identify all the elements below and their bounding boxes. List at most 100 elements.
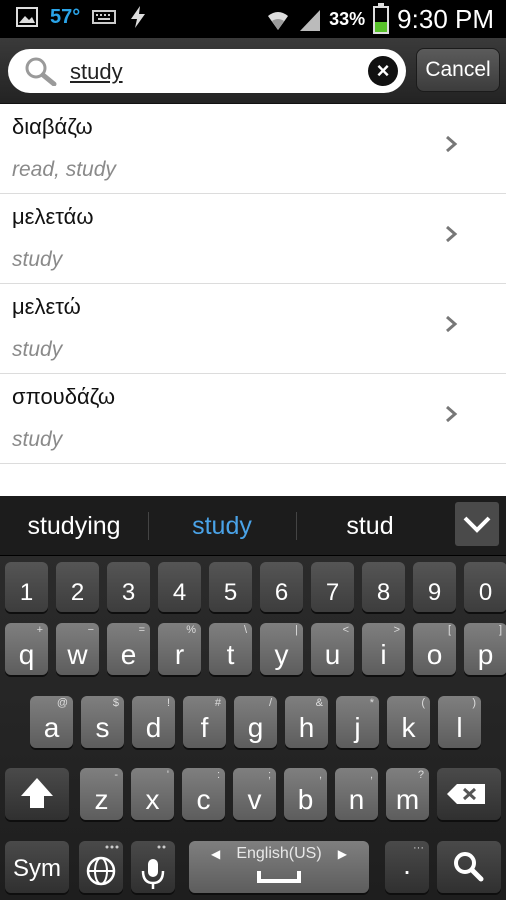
key-alt-label: − xyxy=(87,624,94,636)
key-4[interactable]: 4 xyxy=(158,562,201,612)
key-alt-label: \ xyxy=(243,624,247,636)
key-f[interactable]: f # xyxy=(183,696,226,748)
key-label: n xyxy=(348,784,365,815)
language-key[interactable] xyxy=(79,841,123,893)
key-6[interactable]: 6 xyxy=(260,562,303,612)
key-alt-label: - xyxy=(114,769,118,781)
voice-input-key[interactable] xyxy=(131,841,175,893)
keyboard: Sym English(US) ◀ ▶ . ··· 1 2 3 4 5 6 7 8 9 0 q + w − e… xyxy=(0,556,506,900)
key-h[interactable]: h & xyxy=(285,696,328,748)
chevron-right-icon xyxy=(446,315,458,333)
key-d[interactable]: d! xyxy=(132,696,175,748)
key-o[interactable]: o[ xyxy=(413,623,456,675)
key-label: s xyxy=(95,712,110,743)
key-alt-label: ) xyxy=(472,697,476,709)
suggestion-item[interactable]: studying xyxy=(0,496,148,556)
cancel-button[interactable]: Cancel xyxy=(416,48,500,92)
key-b[interactable]: b, xyxy=(284,768,327,820)
key-x[interactable]: x ' xyxy=(131,768,174,820)
search-input[interactable] xyxy=(70,58,360,86)
key-0[interactable]: 0 xyxy=(464,562,506,612)
key-i[interactable]: i > xyxy=(362,623,405,675)
result-gloss: read, study xyxy=(12,158,116,181)
key-a[interactable]: a @ xyxy=(30,696,73,748)
key-label: 9 xyxy=(427,579,442,606)
backspace-icon xyxy=(447,784,485,804)
period-key[interactable]: . ··· xyxy=(385,841,429,893)
key-alt-label: , xyxy=(369,769,373,781)
sym-key[interactable]: Sym xyxy=(5,841,69,893)
key-m[interactable]: m? xyxy=(386,768,429,820)
key-alt-label: + xyxy=(36,624,43,636)
list-item[interactable]: μελετάω study xyxy=(0,194,506,284)
key-alt-label: % xyxy=(186,624,196,636)
key-1[interactable]: 1 xyxy=(5,562,48,612)
key-3[interactable]: 3 xyxy=(107,562,150,612)
clear-search-button[interactable]: × xyxy=(368,56,398,86)
result-word: μελετώ xyxy=(12,294,81,319)
search-bar: × Cancel xyxy=(0,38,506,104)
keyboard-icon xyxy=(92,10,117,24)
status-bar: 57° 33% 9:30 PM xyxy=(0,0,506,38)
result-gloss: study xyxy=(12,248,63,271)
suggestion-item[interactable]: stud xyxy=(296,496,444,556)
key-label: 2 xyxy=(70,579,85,606)
key-c[interactable]: c: xyxy=(182,768,225,820)
status-right: 33% 9:30 PM xyxy=(265,2,494,35)
key-r[interactable]: r% xyxy=(158,623,201,675)
key-label: f xyxy=(200,712,209,743)
key-k[interactable]: k( xyxy=(387,696,430,748)
spacebar-icon xyxy=(257,871,301,883)
key-label: z xyxy=(94,784,109,815)
key-alt-label: , xyxy=(318,769,322,781)
list-item[interactable]: σπουδάζω study xyxy=(0,374,506,464)
key-t[interactable]: t \ xyxy=(209,623,252,675)
key-8[interactable]: 8 xyxy=(362,562,405,612)
key-e[interactable]: e = xyxy=(107,623,150,675)
key-q[interactable]: q + xyxy=(5,623,48,675)
key-alt-label: # xyxy=(214,697,221,709)
key-l[interactable]: l) xyxy=(438,696,481,748)
chevron-right-icon xyxy=(446,135,458,153)
signal-icon xyxy=(300,9,321,31)
result-word: σπουδάζω xyxy=(12,384,116,409)
key-alt-label: / xyxy=(268,697,272,709)
key-p[interactable]: p] xyxy=(464,623,506,675)
chevron-down-icon xyxy=(463,516,491,533)
expand-suggestions-button[interactable] xyxy=(455,502,499,546)
list-item[interactable]: διαβάζω read, study xyxy=(0,104,506,194)
key-9[interactable]: 9 xyxy=(413,562,456,612)
key-alt-label: * xyxy=(369,697,374,709)
key-v[interactable]: v; xyxy=(233,768,276,820)
status-left: 57° xyxy=(16,5,148,29)
key-5[interactable]: 5 xyxy=(209,562,252,612)
suggestion-item[interactable]: study xyxy=(148,496,296,556)
key-y[interactable]: y | xyxy=(260,623,303,675)
search-field[interactable]: × xyxy=(8,49,406,93)
key-label: j xyxy=(354,712,361,743)
key-label: 5 xyxy=(223,579,238,606)
list-item[interactable]: μελετώ study xyxy=(0,284,506,374)
key-z[interactable]: z- xyxy=(80,768,123,820)
key-g[interactable]: g / xyxy=(234,696,277,748)
key-j[interactable]: j * xyxy=(336,696,379,748)
key-u[interactable]: u < xyxy=(311,623,354,675)
key-2[interactable]: 2 xyxy=(56,562,99,612)
search-key[interactable] xyxy=(437,841,501,893)
key-alt-label: @ xyxy=(56,697,68,709)
result-gloss: study xyxy=(12,428,63,451)
shift-icon xyxy=(21,778,53,808)
key-s[interactable]: s $ xyxy=(81,696,124,748)
key-alt-label: ( xyxy=(421,697,425,709)
key-w[interactable]: w − xyxy=(56,623,99,675)
suggestion-strip: studying study stud xyxy=(0,496,506,556)
space-key[interactable]: English(US) ◀ ▶ xyxy=(189,841,369,893)
key-label: 4 xyxy=(172,579,187,606)
key-7[interactable]: 7 xyxy=(311,562,354,612)
result-word: μελετάω xyxy=(12,204,94,229)
backspace-key[interactable] xyxy=(437,768,501,820)
key-label: a xyxy=(43,712,60,743)
key-n[interactable]: n, xyxy=(335,768,378,820)
wifi-icon xyxy=(268,11,289,30)
shift-key[interactable] xyxy=(5,768,69,820)
